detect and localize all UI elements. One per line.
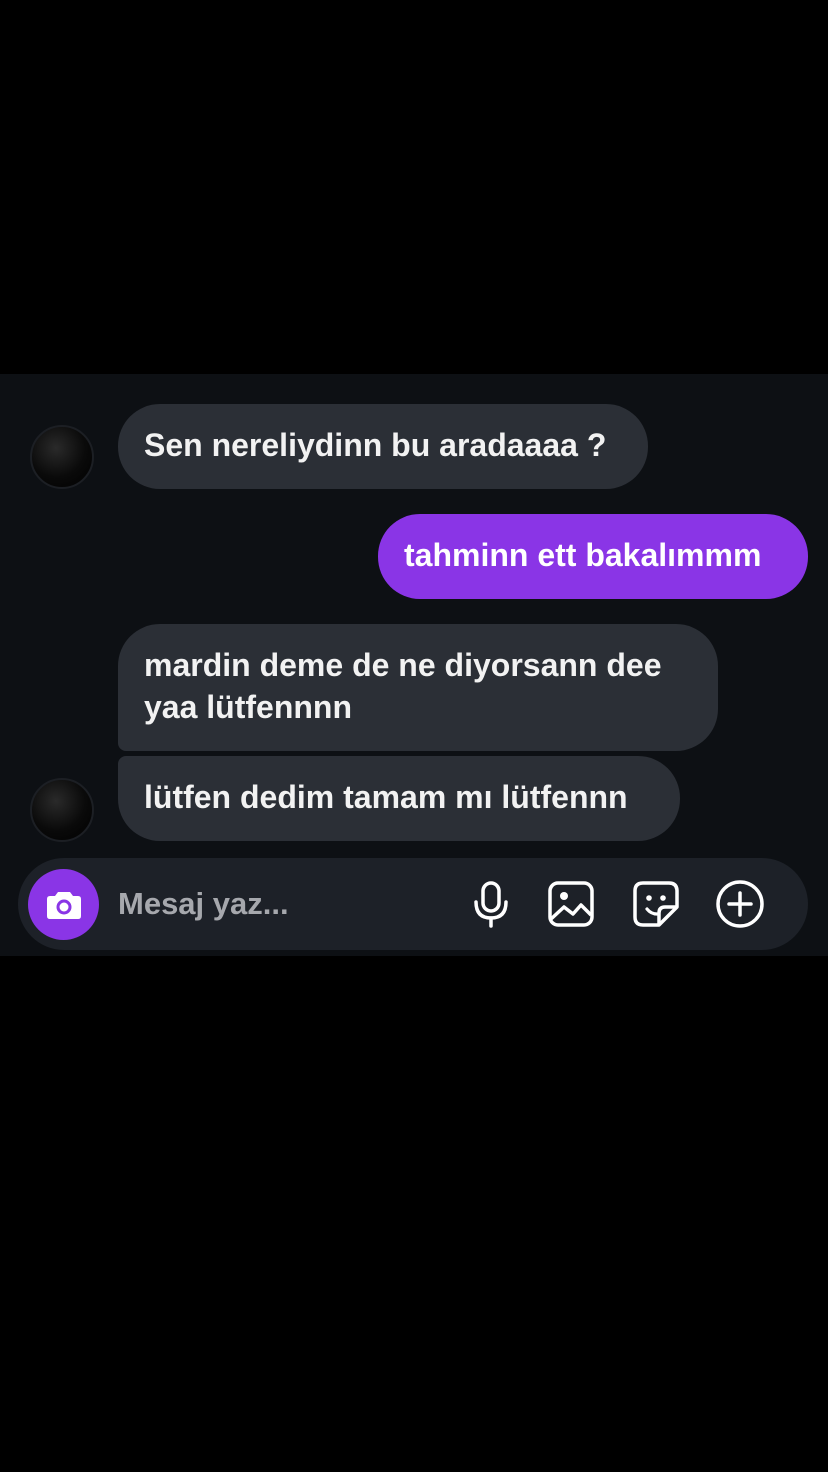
message-text-line: yaa lütfennnn xyxy=(144,689,353,725)
voice-message-button[interactable] xyxy=(466,879,516,929)
message-bubble-incoming[interactable]: mardin deme de ne diyorsann dee yaa lütf… xyxy=(118,624,718,751)
message-text-line: mardin deme de ne diyorsann dee xyxy=(144,647,662,683)
plus-circle-icon xyxy=(716,880,764,928)
message-bubble-outgoing[interactable]: tahminn ett bakalımmm xyxy=(378,514,808,599)
message-bubble-incoming[interactable]: lütfen dedim tamam mı lütfennn xyxy=(118,756,680,841)
message-text: Sen nereliydinn bu aradaaaa ? xyxy=(144,427,607,463)
message-composer xyxy=(18,858,808,950)
sticker-icon xyxy=(633,881,679,927)
avatar[interactable] xyxy=(30,425,94,489)
microphone-icon xyxy=(474,881,508,928)
message-input[interactable] xyxy=(118,880,448,928)
add-button[interactable] xyxy=(715,879,765,929)
gallery-button[interactable] xyxy=(546,879,596,929)
sticker-button[interactable] xyxy=(631,879,681,929)
camera-icon xyxy=(46,891,81,919)
message-text: tahminn ett bakalımmm xyxy=(404,537,762,573)
message-text: lütfen dedim tamam mı lütfennn xyxy=(144,779,628,815)
message-bubble-incoming[interactable]: Sen nereliydinn bu aradaaaa ? xyxy=(118,404,648,489)
image-icon xyxy=(548,881,594,927)
camera-button[interactable] xyxy=(28,869,99,940)
avatar[interactable] xyxy=(30,778,94,842)
